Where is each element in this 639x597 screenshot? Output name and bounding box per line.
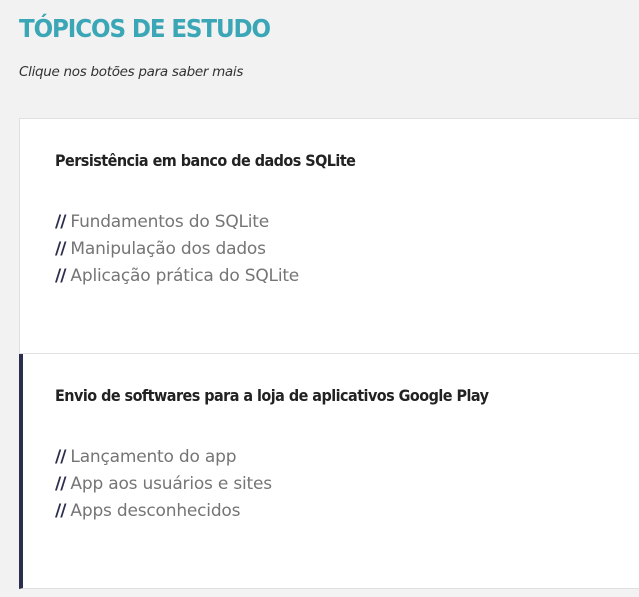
item-prefix: // (55, 239, 66, 259)
item-prefix: // (55, 501, 66, 521)
topic-item: //Manipulação dos dados (55, 236, 639, 263)
topic-item-label: App aos usuários e sites (70, 474, 272, 494)
topic-card-sqlite[interactable]: Persistência em banco de dados SQLite //… (19, 118, 639, 354)
topic-item-label: Fundamentos do SQLite (70, 212, 270, 232)
topic-items: //Lançamento do app //App aos usuários e… (55, 444, 639, 525)
topic-item-label: Apps desconhecidos (70, 501, 241, 521)
topic-card-google-play[interactable]: Envio de softwares para a loja de aplica… (19, 354, 639, 589)
topic-item: //Lançamento do app (55, 444, 639, 471)
topic-item: //Aplicação prática do SQLite (55, 263, 639, 290)
topic-title: Envio de softwares para a loja de aplica… (55, 386, 489, 405)
topic-item-label: Manipulação dos dados (70, 239, 266, 259)
topic-item: //App aos usuários e sites (55, 471, 639, 498)
topic-items: //Fundamentos do SQLite //Manipulação do… (55, 209, 639, 290)
topic-item-label: Lançamento do app (70, 447, 237, 467)
topic-item: //Apps desconhecidos (55, 498, 639, 525)
item-prefix: // (55, 447, 66, 467)
page-title: TÓPICOS DE ESTUDO (19, 14, 271, 43)
item-prefix: // (55, 474, 66, 494)
item-prefix: // (55, 266, 66, 286)
topic-item: //Fundamentos do SQLite (55, 209, 639, 236)
topic-title: Persistência em banco de dados SQLite (55, 151, 356, 170)
item-prefix: // (55, 212, 66, 232)
page-subtitle: Clique nos botões para saber mais (19, 64, 244, 80)
topics-list: Persistência em banco de dados SQLite //… (19, 118, 639, 589)
topic-item-label: Aplicação prática do SQLite (70, 266, 300, 286)
